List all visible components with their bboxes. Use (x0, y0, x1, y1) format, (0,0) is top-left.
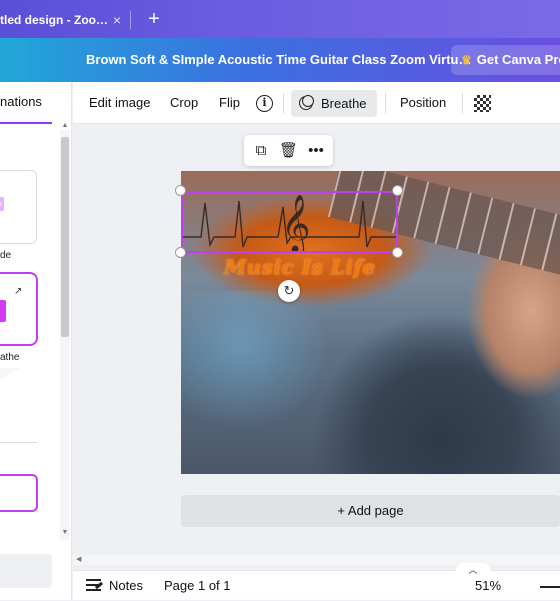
edit-image-button[interactable]: Edit image (89, 82, 150, 124)
tab-animations[interactable]: nations (0, 94, 52, 118)
context-toolbar: Edit image Crop Flip i Breathe Position (73, 82, 560, 124)
selection-box[interactable] (181, 191, 398, 253)
notes-button[interactable]: Notes (109, 571, 143, 601)
panel-button[interactable] (0, 554, 52, 588)
resize-handle-top-right[interactable] (392, 185, 403, 196)
tab-divider (130, 11, 131, 29)
breathe-label: Breathe (321, 96, 367, 111)
animation-option-selected[interactable] (0, 474, 38, 512)
breathe-animation-button[interactable]: Breathe (291, 90, 377, 117)
toolbar-divider (283, 93, 284, 113)
panel-divider (0, 442, 38, 443)
position-button[interactable]: Position (400, 82, 446, 124)
animations-panel: nations A de ↗ athe ▲ ▼ (0, 82, 72, 600)
panel-scrollbar-thumb[interactable] (61, 137, 69, 337)
animation-option-label: de (0, 250, 12, 261)
animation-preview-icon (0, 300, 6, 322)
animation-option-breathe[interactable]: ↗ (0, 272, 38, 346)
get-canva-pro-button[interactable]: ♛ Get Canva Pro (451, 45, 560, 75)
add-page-button[interactable]: + Add page (181, 495, 560, 527)
music-is-life-text[interactable]: Music Is Life (224, 255, 376, 279)
new-tab-button[interactable]: + (145, 6, 163, 32)
info-icon[interactable]: i (256, 95, 273, 112)
get-canva-pro-label: Get Canva Pro (476, 52, 560, 67)
toolbar-divider (385, 93, 386, 113)
resize-handle-bottom-left[interactable] (175, 247, 186, 258)
animation-preview-icon: A (0, 197, 4, 211)
scroll-up-icon[interactable]: ▲ (60, 122, 70, 132)
resize-handle-top-left[interactable] (175, 185, 186, 196)
scroll-down-icon[interactable]: ▼ (60, 529, 70, 539)
resize-handle-bottom-right[interactable] (392, 247, 403, 258)
scroll-left-icon[interactable]: ◀ (76, 555, 81, 563)
editor-footer: Notes Page 1 of 1 ︿ 51% (73, 563, 560, 601)
crown-icon: ♛ (461, 53, 472, 67)
duplicate-icon[interactable]: ⧉ (252, 142, 270, 160)
toolbar-divider (462, 93, 463, 113)
zoom-level[interactable]: 51% (475, 571, 501, 601)
browser-tab-strip: tled design - Zoo… × + (0, 0, 560, 38)
close-icon[interactable]: × (110, 6, 124, 34)
more-options-icon[interactable]: ••• (307, 142, 325, 160)
transparency-icon[interactable] (474, 95, 491, 112)
flip-button[interactable]: Flip (219, 82, 240, 124)
document-title[interactable]: Brown Soft & SImple Acoustic Time Guitar… (86, 38, 472, 82)
animation-option-label: athe (0, 352, 20, 363)
zoom-slider[interactable] (540, 586, 560, 588)
element-floating-toolbar: ⧉ 🗑 ••• (244, 135, 333, 166)
tooltip-pointer (0, 368, 20, 380)
arrow-up-right-icon: ↗ (14, 286, 23, 297)
rotate-icon[interactable]: ↻ (278, 280, 300, 302)
trash-icon[interactable]: 🗑 (279, 142, 298, 160)
active-tab-underline (0, 122, 52, 124)
crop-button[interactable]: Crop (170, 82, 198, 124)
page-indicator[interactable]: Page 1 of 1 (164, 571, 231, 601)
animate-icon (299, 95, 314, 110)
editor-header: Brown Soft & SImple Acoustic Time Guitar… (0, 38, 560, 82)
animation-option-fade[interactable]: A (0, 170, 37, 244)
